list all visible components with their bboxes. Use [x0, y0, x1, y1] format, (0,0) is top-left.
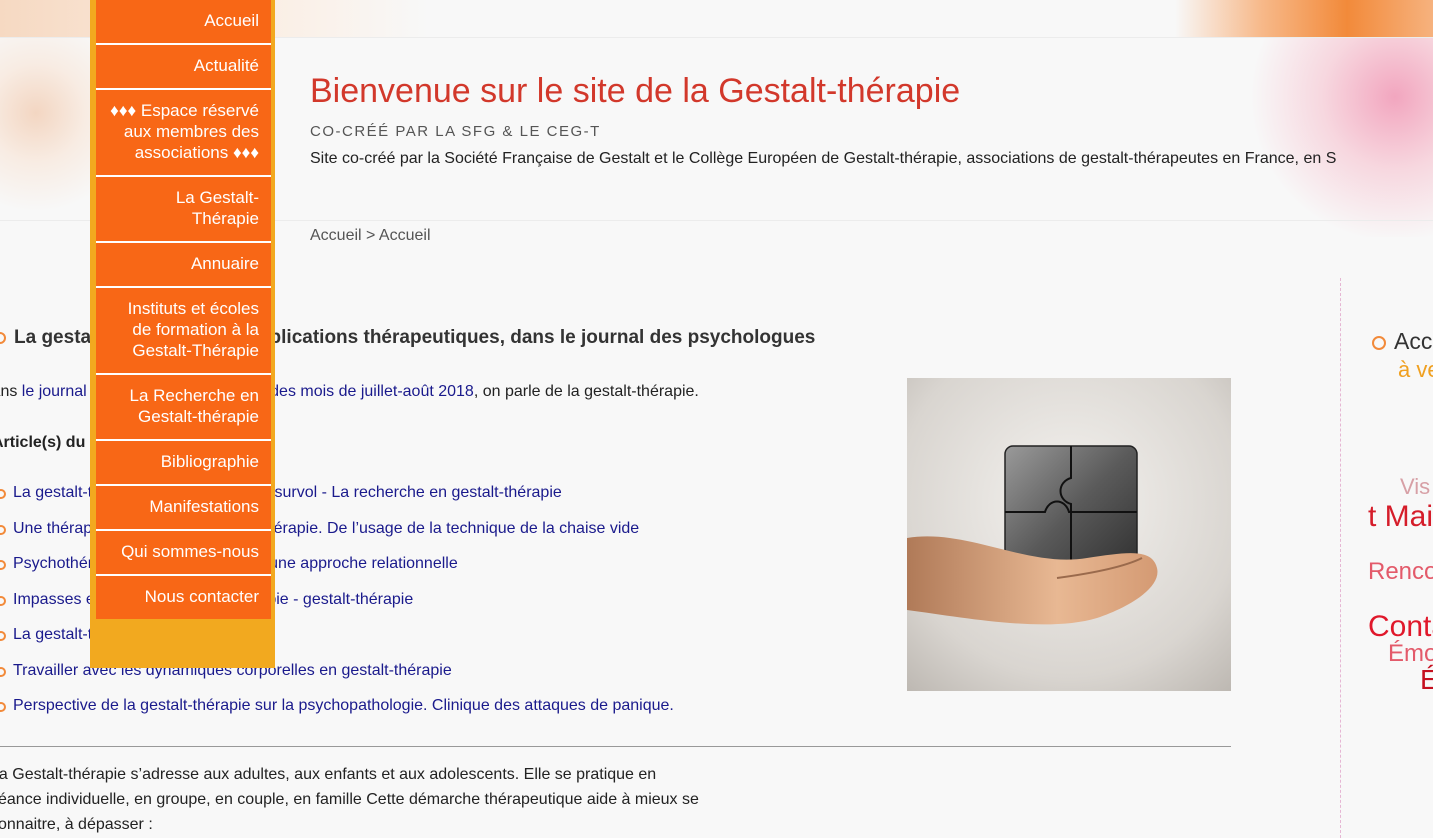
- breadcrumb[interactable]: Accueil > Accueil: [310, 227, 431, 245]
- content-divider: [0, 746, 1231, 747]
- poster-text: É: [1420, 664, 1433, 695]
- site-subtitle: CO-CRÉÉ PAR LA SFG & LE CEG-T: [310, 123, 601, 140]
- site-title: Bienvenue sur le site de la Gestalt-thér…: [310, 72, 961, 110]
- site-description: Site co-créé par la Société Française de…: [310, 150, 1337, 167]
- flower-ornament-right: [1243, 37, 1433, 237]
- menu-item-accueil[interactable]: Accueil: [96, 0, 271, 45]
- poster-text: t Mai: [1368, 500, 1433, 533]
- menu-item-instituts[interactable]: Instituts et écoles de formation à la Ge…: [96, 288, 271, 375]
- menu-item-gestalt-therapie[interactable]: La Gestalt-Thérapie: [96, 177, 271, 243]
- menu-item-manifestations[interactable]: Manifestations: [96, 486, 271, 531]
- menu-item-bibliographie[interactable]: Bibliographie: [96, 441, 271, 486]
- sidebar-separator: [1340, 278, 1341, 838]
- puzzle-illustration: [907, 445, 1158, 625]
- article-link[interactable]: Perspective de la gestalt-thérapie sur l…: [0, 697, 674, 733]
- menu-item-contact[interactable]: Nous contacter: [96, 576, 271, 619]
- menu-item-qui-sommes-nous[interactable]: Qui sommes-nous: [96, 531, 271, 576]
- ring-bullet-icon: [1372, 335, 1386, 350]
- menu-item-actualite[interactable]: Actualité: [96, 45, 271, 90]
- poster-text: Vis: [1400, 474, 1431, 499]
- menu-item-espace-membres[interactable]: ♦♦♦ Espace réservé aux membres des assoc…: [96, 90, 271, 177]
- menu-item-annuaire[interactable]: Annuaire: [96, 243, 271, 288]
- poster-text: Conta: [1368, 610, 1433, 643]
- intro-paragraph: La Gestalt-thérapie s’adresse aux adulte…: [0, 766, 699, 833]
- main-navigation-menu: Accueil Actualité ♦♦♦ Espace réservé aux…: [90, 0, 275, 668]
- ring-bullet-icon: [0, 331, 6, 344]
- sidebar-title[interactable]: Acc: [1372, 328, 1432, 355]
- poster-text: Renco: [1368, 558, 1433, 585]
- menu-item-recherche[interactable]: La Recherche en Gestalt-thérapie: [96, 375, 271, 441]
- sidebar-subtitle[interactable]: à ve: [1398, 357, 1433, 383]
- hand-holding-puzzle-image: [907, 378, 1231, 691]
